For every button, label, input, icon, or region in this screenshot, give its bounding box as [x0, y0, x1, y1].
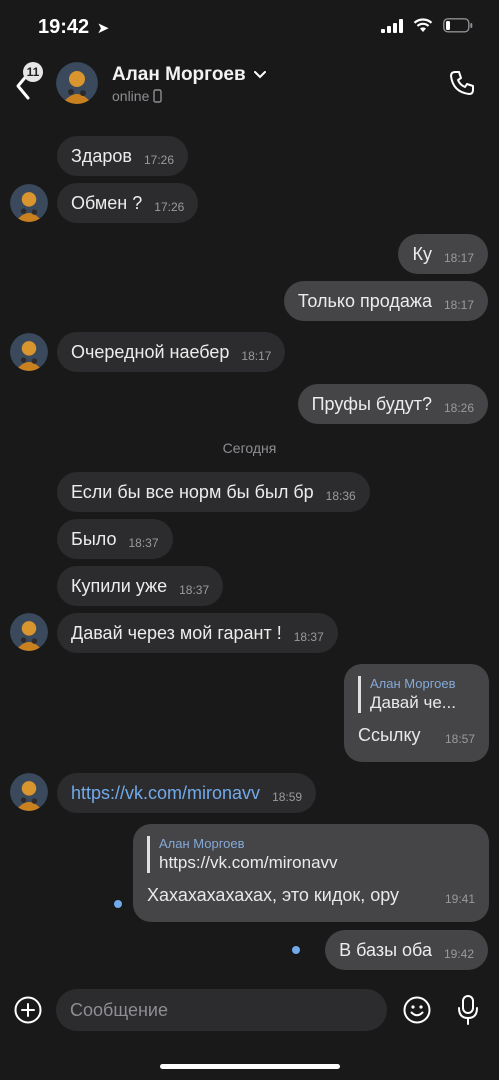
message-bubble[interactable]: Обмен ? 17:26: [57, 183, 199, 223]
status-time: 19:42 ➤: [38, 16, 110, 38]
wifi-icon: [413, 18, 433, 32]
message-bubble[interactable]: Очередной наебер 18:17: [57, 332, 286, 372]
signal-icon: [381, 18, 403, 33]
date-separator: Сегодня: [222, 440, 277, 456]
contact-avatar[interactable]: [56, 62, 98, 104]
mobile-device-icon: [153, 89, 163, 103]
message-bubble[interactable]: Только продажа 18:17: [283, 281, 488, 321]
battery-icon: [443, 18, 473, 33]
message-bubble[interactable]: В базы оба 19:42: [325, 930, 488, 970]
unread-dot: [292, 946, 300, 954]
reply-message-bubble[interactable]: Алан Моргоев Давай че... Ссылку 18:57: [344, 664, 489, 762]
quoted-message[interactable]: Алан Моргоев Давай че...: [358, 676, 475, 713]
plus-circle-icon: [14, 996, 42, 1024]
sender-avatar[interactable]: [10, 333, 48, 371]
emoji-button[interactable]: [403, 996, 431, 1029]
call-button[interactable]: [449, 70, 475, 101]
message-bubble[interactable]: https://vk.com/mironavv 18:59: [57, 773, 317, 813]
message-bubble[interactable]: Если бы все норм бы был бр 18:36: [57, 472, 370, 512]
message-bubble[interactable]: Пруфы будут? 18:26: [297, 384, 488, 424]
quoted-message[interactable]: Алан Моргоев https://vk.com/mironavv: [147, 836, 475, 873]
message-bubble[interactable]: Ку 18:17: [398, 234, 488, 274]
message-link[interactable]: https://vk.com/mironavv: [71, 783, 260, 804]
message-bubble[interactable]: Здаров 17:26: [57, 136, 189, 176]
location-arrow-icon: ➤: [96, 20, 110, 37]
message-bubble[interactable]: Купили уже 18:37: [57, 566, 224, 606]
microphone-icon: [458, 995, 478, 1025]
unread-dot: [114, 900, 122, 908]
sender-avatar[interactable]: [10, 773, 48, 811]
reply-message-bubble[interactable]: Алан Моргоев https://vk.com/mironavv Хах…: [133, 824, 489, 922]
chevron-down-icon: [253, 71, 266, 79]
unread-count-badge: 11: [23, 62, 43, 82]
phone-icon: [450, 71, 474, 95]
contact-name[interactable]: Алан Моргоев: [112, 64, 266, 86]
home-indicator: [160, 1064, 340, 1069]
sender-avatar[interactable]: [10, 184, 48, 222]
message-input[interactable]: Сообщение: [56, 989, 387, 1031]
sender-avatar[interactable]: [10, 613, 48, 651]
status-icons: [381, 18, 473, 33]
attach-button[interactable]: [14, 996, 42, 1029]
smiley-icon: [403, 996, 431, 1024]
back-button[interactable]: 11: [12, 62, 52, 102]
voice-message-button[interactable]: [456, 994, 480, 1031]
message-bubble[interactable]: Было 18:37: [57, 519, 173, 559]
message-bubble[interactable]: Давай через мой гарант ! 18:37: [57, 613, 338, 653]
contact-status: online: [112, 88, 163, 104]
